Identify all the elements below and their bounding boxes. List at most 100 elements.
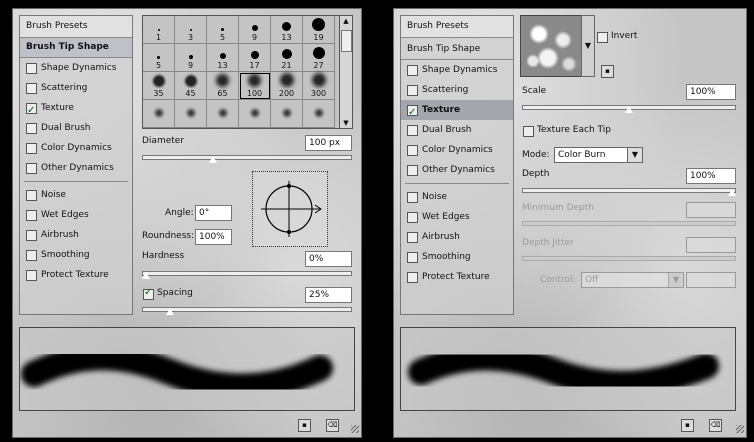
sidebar-item-color-dynamics[interactable]: Color Dynamics <box>20 138 132 158</box>
brush-tip-textured[interactable] <box>303 100 335 128</box>
brush-tip-17[interactable]: 17 <box>239 44 271 72</box>
brush-tip-35[interactable]: 35 <box>143 72 175 100</box>
scroll-up-icon[interactable]: ▲ <box>340 16 352 26</box>
scroll-thumb[interactable] <box>341 30 352 52</box>
trash-icon[interactable]: ⌫ <box>326 419 339 432</box>
slider-thumb[interactable] <box>207 156 218 164</box>
texture-each-tip-checkbox[interactable] <box>523 126 534 137</box>
sidebar-item-noise[interactable]: Noise <box>401 187 513 207</box>
checkbox-checked[interactable] <box>407 103 418 123</box>
checkbox[interactable] <box>26 229 37 241</box>
checkbox[interactable] <box>407 84 418 96</box>
sidebar-item-other-dynamics[interactable]: Other Dynamics <box>401 160 513 180</box>
checkbox[interactable] <box>26 162 37 174</box>
trash-icon[interactable]: ⌫ <box>709 419 722 432</box>
sidebar-item-protect-texture[interactable]: Protect Texture <box>20 265 132 285</box>
checkbox[interactable] <box>26 189 37 201</box>
sidebar-item-brush-tip-shape[interactable]: Brush Tip Shape <box>20 38 132 58</box>
control-select[interactable]: Off ▼ <box>581 272 684 288</box>
sidebar-item-protect-texture[interactable]: Protect Texture <box>401 267 513 287</box>
brush-tip-45[interactable]: 45 <box>175 72 207 100</box>
angle-input[interactable]: 0° <box>195 205 232 221</box>
depth-slider[interactable] <box>522 186 737 197</box>
checkbox[interactable] <box>407 211 418 223</box>
new-preset-icon[interactable]: ▪ <box>298 419 311 432</box>
diameter-input[interactable]: 100 px <box>305 135 352 151</box>
resize-grip-icon[interactable] <box>351 425 359 433</box>
sidebar-item-brush-presets[interactable]: Brush Presets <box>401 16 513 38</box>
scroll-down-icon[interactable]: ▼ <box>340 118 352 128</box>
tip-grid-scrollbar[interactable]: ▲ ▼ <box>339 15 353 129</box>
checkbox[interactable] <box>407 231 418 243</box>
brush-tip-9[interactable]: 9 <box>175 44 207 72</box>
new-pattern-icon[interactable]: ▪ <box>601 65 614 78</box>
checkbox[interactable] <box>407 251 418 263</box>
sidebar-item-airbrush[interactable]: Airbrush <box>401 227 513 247</box>
sidebar-item-dual-brush[interactable]: Dual Brush <box>401 120 513 140</box>
control-steps-input[interactable] <box>686 272 736 288</box>
checkbox[interactable] <box>407 124 418 136</box>
resize-grip-icon[interactable] <box>736 425 744 433</box>
angle-roundness-widget[interactable] <box>252 171 328 247</box>
checkbox[interactable] <box>26 249 37 261</box>
hardness-input[interactable]: 0% <box>305 251 352 267</box>
sidebar-item-brush-presets[interactable]: Brush Presets <box>20 16 132 38</box>
sidebar-item-shape-dynamics[interactable]: Shape Dynamics <box>401 60 513 80</box>
brush-tip-textured[interactable] <box>175 100 207 128</box>
spacing-checkbox[interactable] <box>143 287 154 300</box>
depth-input[interactable]: 100% <box>686 168 736 184</box>
invert-checkbox[interactable] <box>597 32 608 43</box>
sidebar-item-color-dynamics[interactable]: Color Dynamics <box>401 140 513 160</box>
brush-tip-textured[interactable] <box>143 100 175 128</box>
brush-tip-5[interactable]: 5 <box>143 44 175 72</box>
checkbox[interactable] <box>26 209 37 221</box>
brush-tip-5[interactable]: 5 <box>207 16 239 44</box>
hardness-slider[interactable] <box>141 269 352 280</box>
sidebar-item-shape-dynamics[interactable]: Shape Dynamics <box>20 58 132 78</box>
sidebar-item-texture[interactable]: Texture <box>401 100 513 123</box>
depth-jitter-input[interactable] <box>686 237 736 253</box>
checkbox[interactable] <box>407 271 418 283</box>
checkbox[interactable] <box>26 62 37 74</box>
brush-tip-300[interactable]: 300 <box>303 72 335 100</box>
brush-tip-textured[interactable] <box>207 100 239 128</box>
spacing-slider[interactable] <box>142 305 352 316</box>
checkbox-checked[interactable] <box>26 101 37 121</box>
depth-jitter-slider[interactable] <box>522 254 736 261</box>
minimum-depth-input[interactable] <box>686 202 736 218</box>
brush-tip-19[interactable]: 19 <box>303 16 335 44</box>
brush-tip-100[interactable]: 100 <box>239 72 271 100</box>
diameter-slider[interactable] <box>142 153 352 164</box>
brush-tip-9[interactable]: 9 <box>239 16 271 44</box>
sidebar-item-airbrush[interactable]: Airbrush <box>20 225 132 245</box>
minimum-depth-slider[interactable] <box>522 219 736 226</box>
checkbox[interactable] <box>26 269 37 281</box>
checkbox[interactable] <box>407 64 418 76</box>
pattern-swatch[interactable] <box>520 15 582 77</box>
slider-thumb[interactable] <box>727 189 737 197</box>
brush-tip-textured[interactable] <box>271 100 303 128</box>
new-preset-icon[interactable]: ▪ <box>681 419 694 432</box>
sidebar-item-brush-tip-shape[interactable]: Brush Tip Shape <box>401 38 513 60</box>
brush-tip-13[interactable]: 13 <box>271 16 303 44</box>
sidebar-item-smoothing[interactable]: Smoothing <box>20 245 132 265</box>
brush-tip-27[interactable]: 27 <box>303 44 335 72</box>
scale-slider[interactable] <box>522 103 736 114</box>
checkbox[interactable] <box>26 122 37 134</box>
brush-tip-21[interactable]: 21 <box>271 44 303 72</box>
sidebar-item-wet-edges[interactable]: Wet Edges <box>20 205 132 225</box>
checkbox[interactable] <box>407 164 418 176</box>
spacing-input[interactable]: 25% <box>305 287 352 303</box>
sidebar-item-texture[interactable]: Texture <box>20 98 132 121</box>
brush-tip-13[interactable]: 13 <box>207 44 239 72</box>
sidebar-item-smoothing[interactable]: Smoothing <box>401 247 513 267</box>
roundness-input[interactable]: 100% <box>195 229 232 245</box>
sidebar-item-wet-edges[interactable]: Wet Edges <box>401 207 513 227</box>
sidebar-item-noise[interactable]: Noise <box>20 185 132 205</box>
brush-tip-200[interactable]: 200 <box>271 72 303 100</box>
slider-thumb[interactable] <box>165 308 176 316</box>
brush-tip-3[interactable]: 3 <box>175 16 207 44</box>
brush-tip-1[interactable]: 1 <box>143 16 175 44</box>
checkbox[interactable] <box>407 191 418 203</box>
mode-select[interactable]: Color Burn ▼ <box>554 147 643 163</box>
